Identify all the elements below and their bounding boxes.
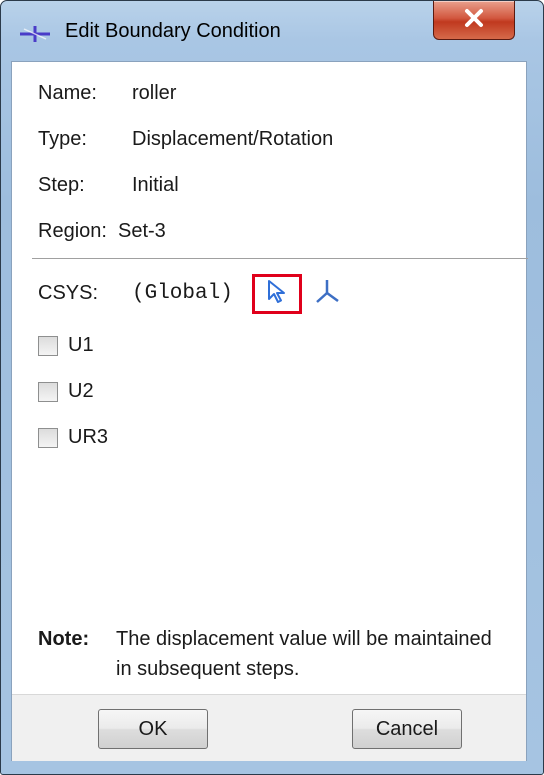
u2-checkbox[interactable] <box>38 382 58 402</box>
button-bar: OK Cancel <box>12 694 526 761</box>
note-label: Note: <box>38 628 90 650</box>
dialog-body: Name: roller Type: Displacement/Rotation… <box>11 61 528 761</box>
type-label: Type: <box>38 128 87 150</box>
step-label: Step: <box>38 174 85 196</box>
u2-label: U2 <box>68 380 94 402</box>
ur3-label: UR3 <box>68 426 109 448</box>
cancel-button[interactable]: Cancel <box>352 709 462 749</box>
close-icon <box>463 8 485 33</box>
title-bar[interactable]: Edit Boundary Condition <box>1 1 543 61</box>
arrow-cursor-icon <box>266 279 288 310</box>
csys-label: CSYS: <box>38 282 99 304</box>
csys-value: (Global) <box>132 282 233 305</box>
region-value: Set-3 <box>118 220 166 242</box>
select-csys-button[interactable] <box>252 274 302 314</box>
window-title: Edit Boundary Condition <box>65 20 281 42</box>
region-label: Region: <box>38 220 107 242</box>
u1-checkbox[interactable] <box>38 336 58 356</box>
name-value: roller <box>132 82 177 104</box>
step-value: Initial <box>132 174 179 196</box>
separator <box>32 258 528 259</box>
type-value: Displacement/Rotation <box>132 128 334 150</box>
create-datum-csys-button[interactable] <box>310 276 344 310</box>
ok-button[interactable]: OK <box>98 709 208 749</box>
csys-triad-icon <box>312 276 342 311</box>
close-button[interactable] <box>433 1 515 40</box>
edit-boundary-condition-dialog: Edit Boundary Condition Name: roller Typ… <box>0 0 544 775</box>
name-label: Name: <box>38 82 97 104</box>
note-text: The displacement value will be maintaine… <box>116 628 492 680</box>
u1-label: U1 <box>68 334 94 356</box>
abaqus-cross-icon <box>19 25 51 43</box>
ur3-checkbox[interactable] <box>38 428 58 448</box>
